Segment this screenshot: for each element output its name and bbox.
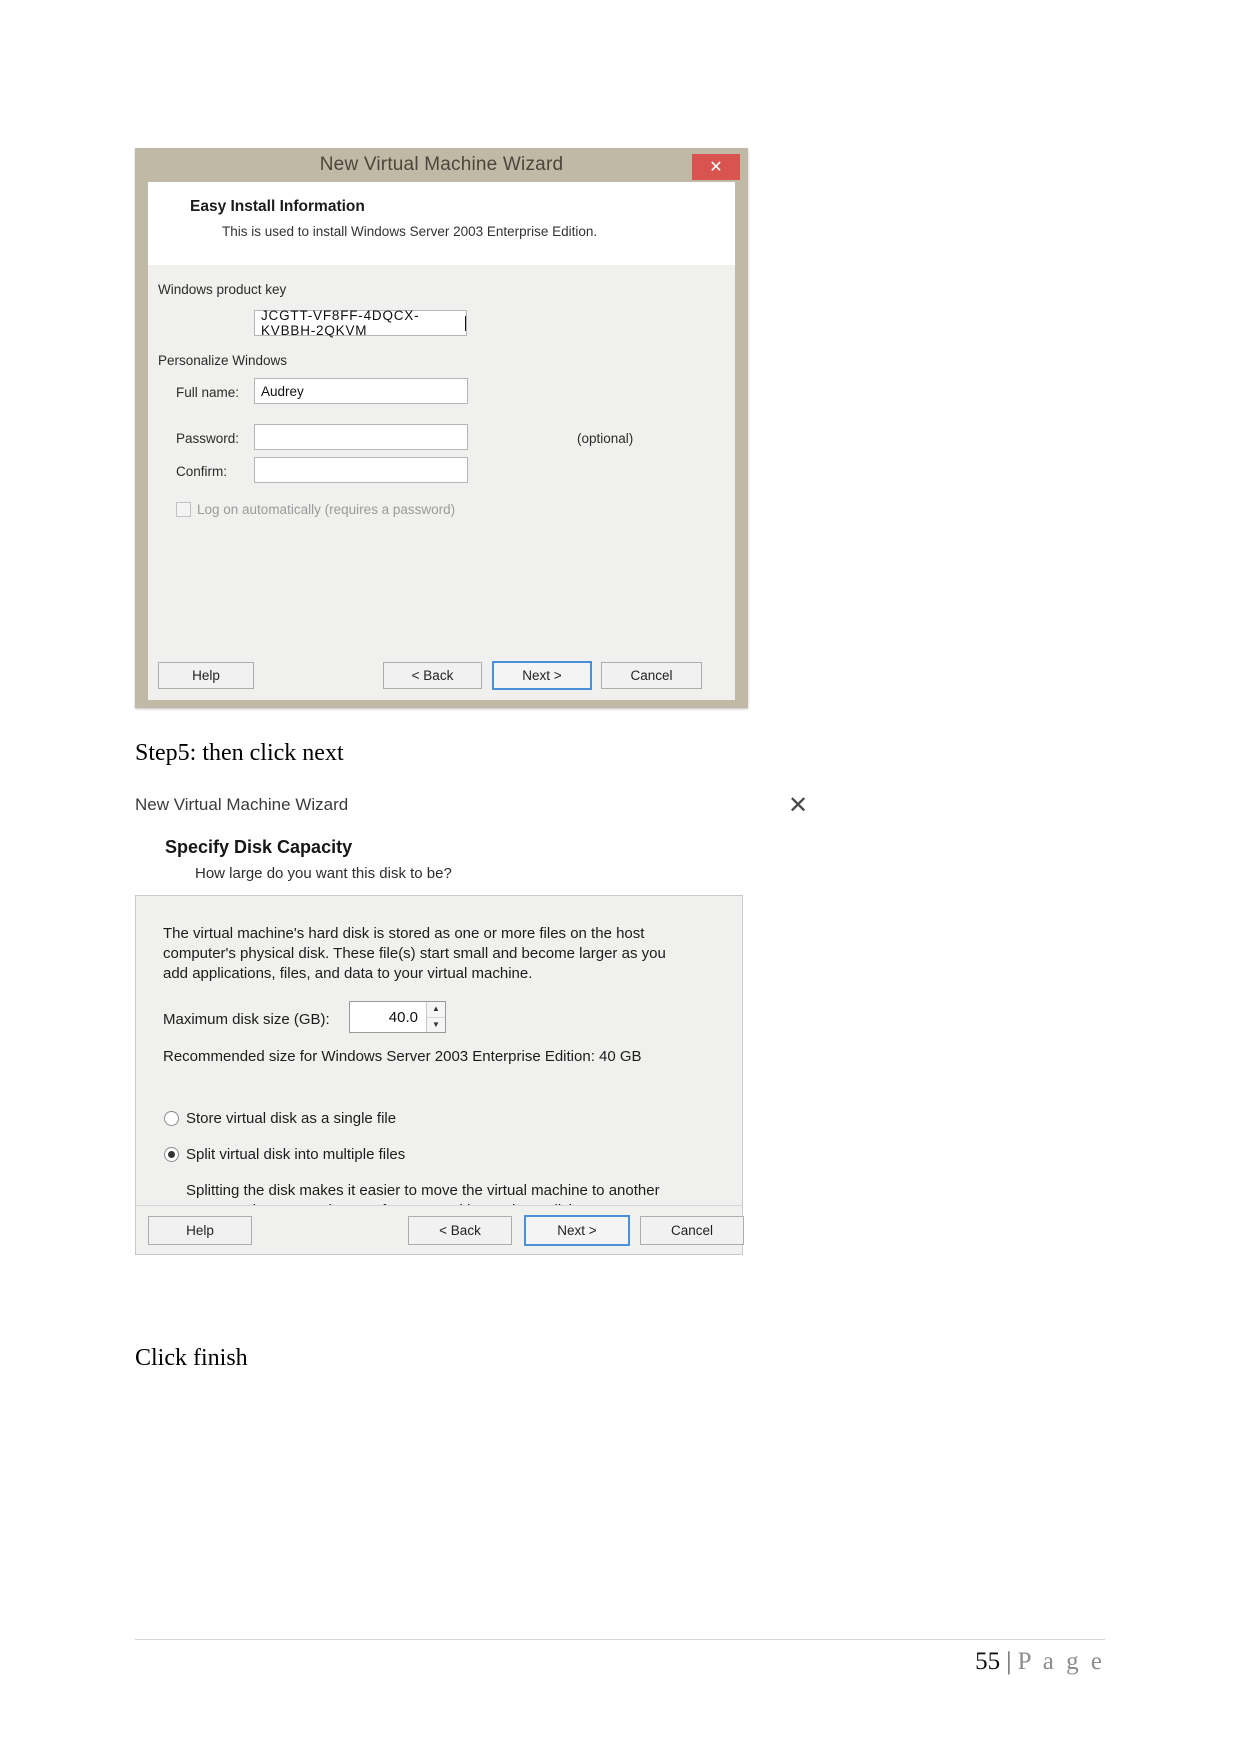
radio-split-multiple-files[interactable]: Split virtual disk into multiple files	[164, 1146, 405, 1163]
dialog1-header-banner: Easy Install Information This is used to…	[148, 182, 735, 266]
personalize-windows-label: Personalize Windows	[158, 353, 288, 368]
product-key-label: Windows product key	[158, 282, 287, 297]
log-on-automatically-checkbox-row[interactable]: Log on automatically (requires a passwor…	[176, 502, 455, 517]
max-disk-size-stepper[interactable]: 40.0 ▲ ▼	[349, 1001, 446, 1033]
help-button[interactable]: Help	[158, 662, 254, 689]
dialog2-header-subtitle: How large do you want this disk to be?	[195, 865, 452, 882]
back-button[interactable]: < Back	[408, 1216, 512, 1245]
password-label: Password:	[176, 431, 240, 446]
radio-icon[interactable]	[164, 1111, 179, 1126]
footer-page-number: 55	[975, 1648, 1001, 1675]
stepper-buttons[interactable]: ▲ ▼	[426, 1002, 445, 1032]
dialog2-title-text: New Virtual Machine Wizard	[135, 795, 349, 814]
log-on-automatically-label: Log on automatically (requires a passwor…	[197, 502, 456, 517]
full-name-value: Audrey	[261, 383, 304, 399]
max-disk-size-label: Maximum disk size (GB):	[163, 1011, 330, 1028]
full-name-input[interactable]: Audrey	[254, 378, 468, 404]
disk-description-line1: The virtual machine's hard disk is store…	[163, 925, 645, 942]
password-optional-hint: (optional)	[577, 431, 634, 446]
help-button[interactable]: Help	[148, 1216, 252, 1245]
dialog2-body-panel: The virtual machine's hard disk is store…	[135, 895, 743, 1219]
dialog2-header-title: Specify Disk Capacity	[165, 837, 353, 857]
dialog1-body: Windows product key JCGTT-VF8FF-4DQCX-KV…	[148, 265, 735, 650]
footer-divider	[135, 1639, 1105, 1640]
close-icon[interactable]: ✕	[783, 791, 813, 821]
radio-store-single-file[interactable]: Store virtual disk as a single file	[164, 1110, 396, 1127]
back-button[interactable]: < Back	[383, 662, 482, 689]
confirm-input[interactable]	[254, 457, 468, 483]
stepper-up-icon[interactable]: ▲	[427, 1002, 445, 1018]
split-note-line1: Splitting the disk makes it easier to mo…	[186, 1182, 660, 1199]
recommended-size-text: Recommended size for Windows Server 2003…	[163, 1048, 642, 1065]
footer-page-word: P a g e	[1017, 1648, 1105, 1675]
caption-step5: Step5: then click next	[135, 740, 344, 766]
cancel-button[interactable]: Cancel	[640, 1216, 744, 1245]
product-key-value: JCGTT-VF8FF-4DQCX-KVBBH-2QKVM	[261, 308, 420, 338]
close-glyph: ✕	[709, 159, 723, 176]
max-disk-size-value: 40.0	[388, 1008, 418, 1026]
caption-click-finish: Click finish	[135, 1345, 248, 1371]
text-caret	[465, 315, 466, 331]
close-icon[interactable]: ✕	[692, 154, 740, 180]
radio-icon-selected[interactable]	[164, 1147, 179, 1162]
radio-store-single-file-label: Store virtual disk as a single file	[186, 1110, 397, 1127]
disk-description-line3: add applications, files, and data to you…	[163, 965, 533, 982]
dialog1-title-bar: New Virtual Machine Wizard	[135, 148, 748, 182]
confirm-label: Confirm:	[176, 464, 228, 479]
cancel-button[interactable]: Cancel	[601, 662, 702, 689]
document-page: New Virtual Machine Wizard ✕ Easy Instal…	[0, 0, 1241, 1754]
disk-description-line2: computer's physical disk. These file(s) …	[163, 945, 666, 962]
full-name-label: Full name:	[176, 385, 240, 400]
footer-separator: |	[1006, 1648, 1012, 1675]
checkbox-icon[interactable]	[176, 502, 191, 517]
password-input[interactable]	[254, 424, 468, 450]
next-button[interactable]: Next >	[492, 661, 592, 690]
footer: 55 | P a g e	[975, 1648, 1105, 1676]
dialog1-title-text: New Virtual Machine Wizard	[319, 154, 564, 175]
dialog2-button-bar: Help < Back Next > Cancel	[135, 1205, 744, 1255]
new-vm-wizard-disk-capacity-dialog: New Virtual Machine Wizard ✕ Specify Dis…	[135, 794, 815, 1285]
radio-split-multiple-files-label: Split virtual disk into multiple files	[186, 1146, 406, 1163]
dialog1-button-bar: Help < Back Next > Cancel	[148, 649, 735, 700]
new-vm-wizard-easy-install-dialog: New Virtual Machine Wizard ✕ Easy Instal…	[135, 148, 748, 708]
close-glyph: ✕	[787, 792, 809, 819]
product-key-input[interactable]: JCGTT-VF8FF-4DQCX-KVBBH-2QKVM	[254, 308, 467, 338]
dialog1-header-title: Easy Install Information	[190, 198, 365, 215]
next-button[interactable]: Next >	[524, 1215, 630, 1246]
dialog1-header-subtitle: This is used to install Windows Server 2…	[222, 224, 598, 239]
stepper-down-icon[interactable]: ▼	[427, 1018, 445, 1033]
